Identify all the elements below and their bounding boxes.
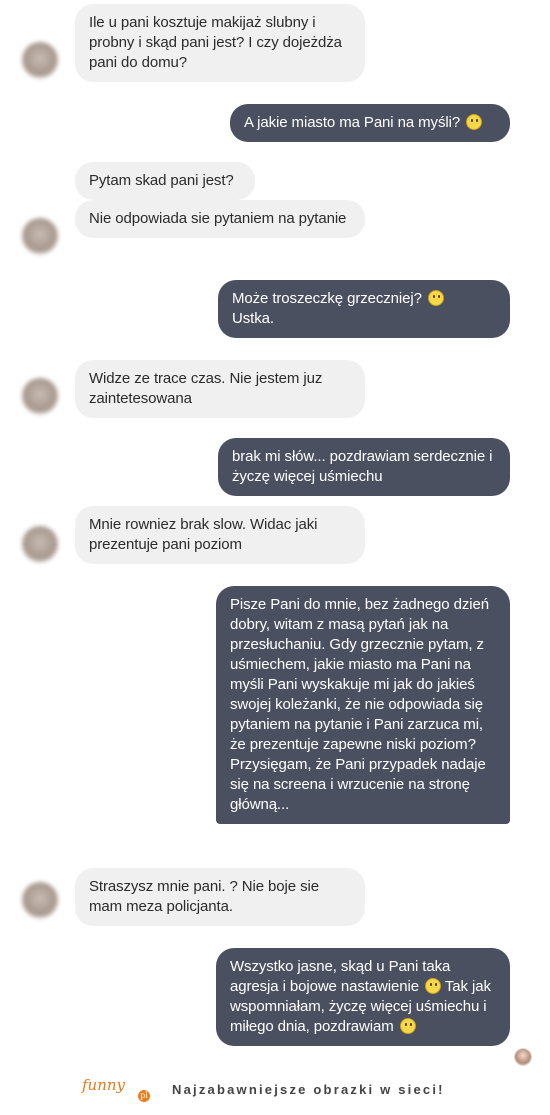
message-text: Mnie rowniez brak slow. Widac jaki preze… xyxy=(89,516,318,553)
message-text: Ustka. xyxy=(232,310,274,327)
message-bubble-incoming: Nie odpowiada sie pytaniem na pytanie xyxy=(75,200,365,238)
site-footer: funny pl Najzabawniejsze obrazki w sieci… xyxy=(0,1068,550,1115)
site-tagline: Najzabawniejsze obrazki w sieci! xyxy=(172,1082,445,1097)
logo-badge: pl xyxy=(138,1090,150,1102)
message-bubble-incoming: Pytam skad pani jest? xyxy=(75,162,255,200)
message-bubble-incoming: Straszysz mnie pani. ? Nie boje sie mam … xyxy=(75,868,365,926)
message-text: A jakie miasto ma Pani na myśli? xyxy=(244,114,461,131)
smile-emoji-icon xyxy=(399,1018,416,1034)
message-bubble-incoming: Widze ze trace czas. Nie jestem juz zain… xyxy=(75,360,365,418)
logo-text: funny xyxy=(82,1076,126,1094)
message-text: Może troszeczkę grzeczniej? xyxy=(232,290,422,307)
message-text: Wszystko jasne, skąd u Pani taka agresja… xyxy=(230,958,451,995)
message-bubble-outgoing: Wszystko jasne, skąd u Pani taka agresja… xyxy=(216,948,510,1046)
sender-avatar xyxy=(22,218,58,254)
smile-emoji-icon xyxy=(427,290,444,306)
smile-emoji-icon xyxy=(466,114,483,130)
site-logo[interactable]: funny pl xyxy=(82,1076,152,1106)
message-bubble-outgoing: Pisze Pani do mnie, bez żadnego dzień do… xyxy=(216,586,510,824)
sender-avatar xyxy=(22,42,58,78)
message-text: Nie odpowiada sie pytaniem na pytanie xyxy=(89,210,347,227)
seen-avatar-icon xyxy=(514,1048,532,1066)
message-text: brak mi słów... pozdrawiam serdecznie i … xyxy=(232,448,493,485)
sender-avatar xyxy=(22,378,58,414)
message-bubble-outgoing: Może troszeczkę grzeczniej? Ustka. xyxy=(218,280,510,338)
message-text: Pytam skad pani jest? xyxy=(89,172,234,189)
sender-avatar xyxy=(22,882,58,918)
sender-avatar xyxy=(22,526,58,562)
message-text: Ile u pani kosztuje makijaż slubny i pro… xyxy=(89,14,342,71)
message-bubble-outgoing: brak mi słów... pozdrawiam serdecznie i … xyxy=(218,438,510,496)
message-text: Widze ze trace czas. Nie jestem juz zain… xyxy=(89,370,323,407)
message-bubble-incoming: Ile u pani kosztuje makijaż slubny i pro… xyxy=(75,4,365,82)
message-bubble-outgoing: A jakie miasto ma Pani na myśli? xyxy=(230,104,510,142)
message-text: Pisze Pani do mnie, bez żadnego dzień do… xyxy=(230,596,489,813)
message-bubble-incoming: Mnie rowniez brak slow. Widac jaki preze… xyxy=(75,506,365,564)
message-text: Straszysz mnie pani. ? Nie boje sie mam … xyxy=(89,878,319,915)
smile-emoji-icon xyxy=(425,978,442,994)
